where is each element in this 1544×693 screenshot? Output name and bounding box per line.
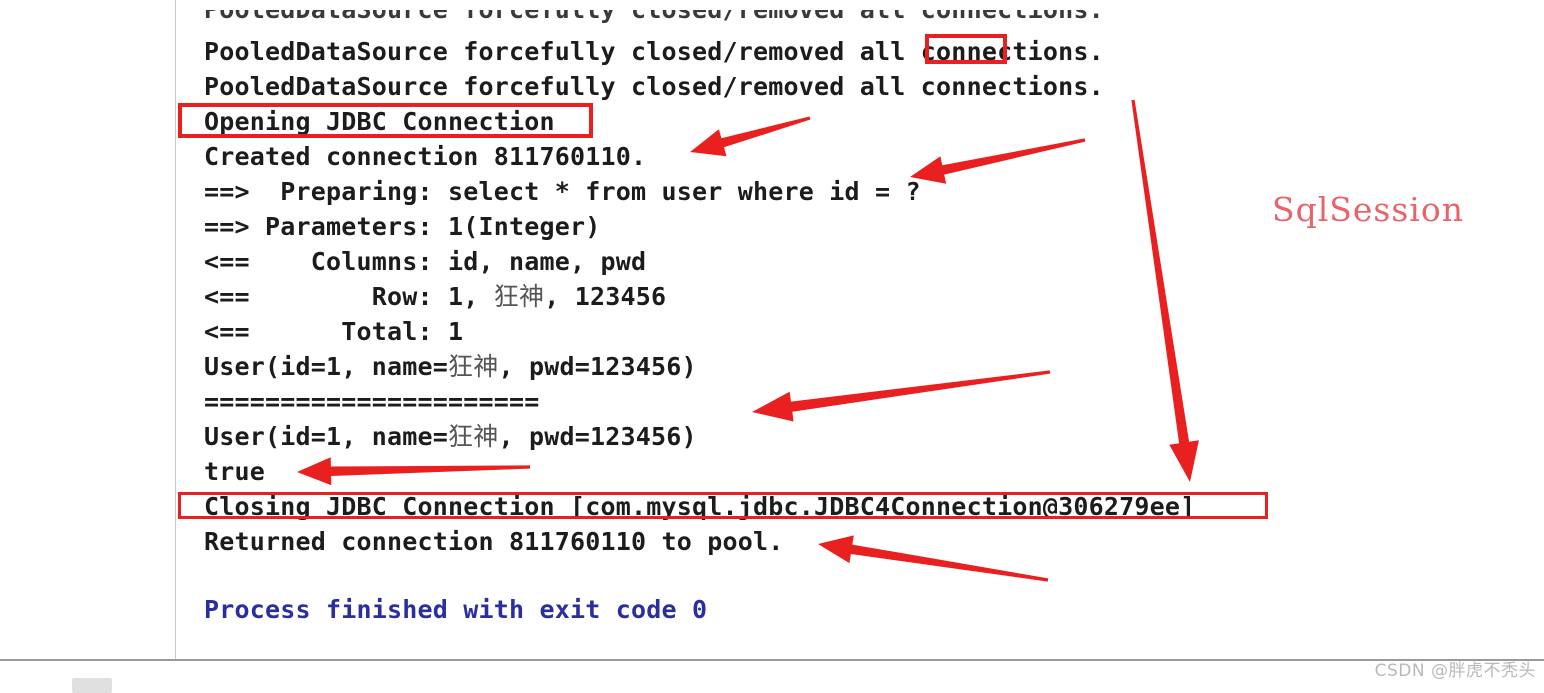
console-log-line: User(id=1, name=狂神, pwd=123456): [204, 352, 697, 381]
console-log-line: Returned connection 811760110 to pool.: [204, 527, 784, 556]
cjk-name-value: 狂神: [448, 352, 499, 381]
csdn-watermark: CSDN @胖虎不秃头: [1374, 661, 1536, 681]
console-log-line: true: [204, 457, 266, 486]
console-log-line: <== Total: 1: [204, 317, 464, 346]
console-log-line: <== Row: 1, 狂神, 123456: [204, 282, 667, 311]
console-log-line: ==> Preparing: select * from user where …: [204, 177, 921, 206]
cjk-name-value: 狂神: [448, 422, 499, 451]
annotation-label-sqlsession: SqlSession: [1272, 190, 1464, 229]
console-log-line: PooledDataSource forcefully closed/remov…: [204, 72, 1104, 101]
console-log-line: User(id=1, name=狂神, pwd=123456): [204, 422, 697, 451]
screen-root: PooledDataSource forcefully closed/remov…: [0, 0, 1544, 693]
console-top-clip: [176, 0, 1544, 10]
console-bottom-divider: [0, 659, 1544, 661]
console-log-line: Created connection 811760110.: [204, 142, 647, 171]
editor-left-gutter: [0, 0, 176, 660]
console-log-line: Process finished with exit code 0: [204, 595, 708, 624]
console-log-line: ======================: [204, 387, 540, 416]
run-console-output[interactable]: PooledDataSource forcefully closed/remov…: [176, 0, 1544, 659]
box-all-connections: [925, 34, 1007, 64]
cjk-name-value: 狂神: [493, 282, 545, 311]
console-log-line: ==> Parameters: 1(Integer): [204, 212, 601, 241]
box-opening-jdbc: [178, 103, 593, 138]
box-closing-jdbc: [178, 492, 1268, 519]
taskbar-chip[interactable]: [72, 678, 112, 693]
console-log-line: <== Columns: id, name, pwd: [204, 247, 647, 276]
below-console-strip: [0, 661, 1544, 693]
